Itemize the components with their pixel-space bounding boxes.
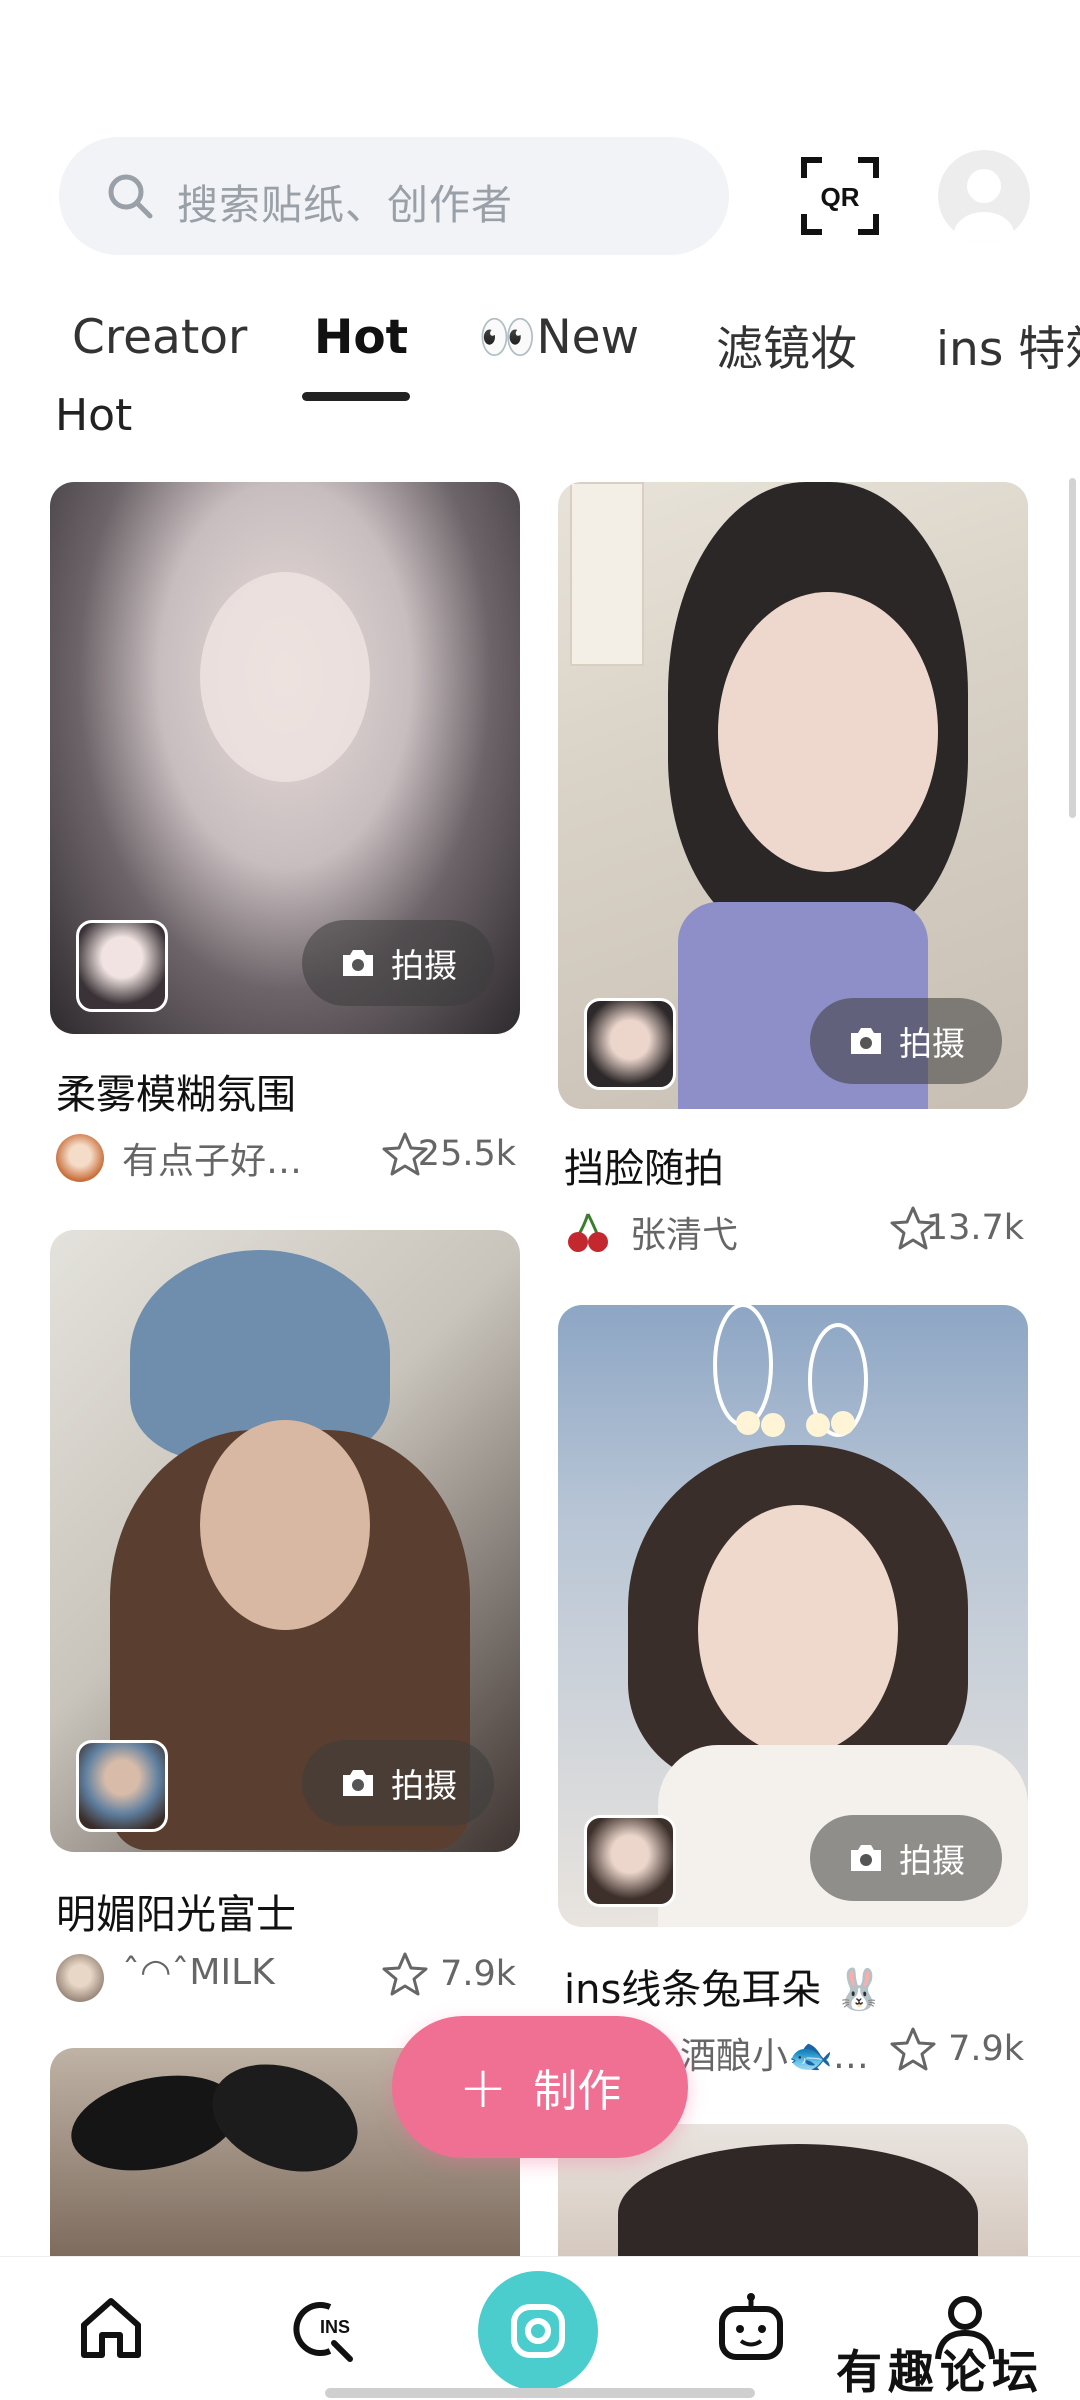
watermark: 有趣论坛 [836,2345,1044,2399]
like-count: 7.9k [440,1954,516,1994]
robot-icon[interactable] [716,2293,786,2363]
tab-filter-makeup[interactable]: 滤镜妆 [716,310,857,379]
shoot-label: 拍摄 [899,1841,965,1880]
active-tab-indicator [302,392,410,401]
tab-creator[interactable]: Creator [72,310,247,365]
card-meta: 有点子好… 25.5k [56,1128,516,1188]
sticker-card[interactable]: 拍摄 明媚阳光富士 ˆ◠ˆMILK 7.9k [50,1230,520,2002]
like-count: 7.9k [948,2029,1024,2069]
category-tabs: Creator Hot 👀New 滤镜妆 ins 特效 [0,300,1080,410]
card-title: 柔雾模糊氛围 [56,1072,296,1118]
card-title: 挡脸随拍 [564,1146,724,1192]
tab-ins-effects[interactable]: ins 特效 [936,310,1080,379]
plus-icon: + [458,2053,508,2121]
tab-hot[interactable]: Hot [314,310,408,365]
camera-icon [343,1770,373,1796]
search-icon [108,174,153,219]
creator-name[interactable]: 酒酿小🐟… [680,2027,869,2079]
creator-thumbnail [76,920,168,1012]
home-icon[interactable] [76,2293,146,2363]
creator-thumbnail [76,1740,168,1832]
card-meta: 张清弋 13.7k [564,1202,1024,1262]
camera-button[interactable] [478,2271,598,2391]
svg-text:INS: INS [320,2317,350,2337]
create-label: 制作 [533,2066,622,2117]
sticker-card[interactable]: 拍摄 挡脸随拍 张清弋 13.7k [558,482,1028,1256]
search-placeholder: 搜索贴纸、创作者 [177,181,513,229]
shoot-button[interactable]: 拍摄 [302,920,494,1006]
ins-search-icon[interactable]: INS [290,2293,366,2363]
avatar-placeholder-icon [954,169,1014,242]
scrollbar[interactable] [1069,478,1076,818]
camera-icon [851,1028,881,1054]
user-avatar[interactable] [938,150,1030,242]
bunny-ears-sticker [713,1305,868,1437]
section-title: Hot [55,390,133,441]
create-button[interactable]: + 制作 [392,2016,688,2158]
app-screen: 搜索贴纸、创作者 QR Creator Hot 👀New 滤镜妆 ins 特效 … [0,0,1080,2400]
sticker-card[interactable]: 拍摄 ins线条兔耳朵 🐰 酒酿小🐟… 7.9k [558,1305,1028,2077]
shoot-button[interactable]: 拍摄 [810,998,1002,1084]
shoot-button[interactable]: 拍摄 [302,1740,494,1826]
creator-name[interactable]: 张清弋 [630,1206,738,1258]
card-image[interactable]: 拍摄 [558,1305,1028,1927]
creator-avatar[interactable] [56,1954,104,2002]
creator-thumbnail [584,998,676,1090]
star-icon[interactable] [888,2025,938,2075]
camera-icon [851,1845,881,1871]
shoot-button[interactable]: 拍摄 [810,1815,1002,1901]
search-bar[interactable]: 搜索贴纸、创作者 [59,137,729,255]
shoot-label: 拍摄 [391,1766,457,1805]
shoot-label: 拍摄 [391,946,457,985]
creator-avatar[interactable] [56,1134,104,1182]
card-image[interactable]: 拍摄 [50,1230,520,1852]
like-count: 13.7k [925,1208,1024,1248]
qr-scan-icon[interactable]: QR [800,156,880,236]
card-image[interactable]: 拍摄 [558,482,1028,1109]
card-title: ins线条兔耳朵 🐰 [564,1967,884,2013]
card-meta: ˆ◠ˆMILK 7.9k [56,1948,516,2008]
cherry-icon[interactable] [564,1208,612,1256]
sticker-card[interactable]: 拍摄 柔雾模糊氛围 有点子好… 25.5k [50,482,520,1182]
qr-label: QR [821,182,860,212]
camera-icon [511,2304,565,2358]
creator-name[interactable]: ˆ◠ˆMILK [122,1952,275,1993]
card-title: 明媚阳光富士 [56,1892,296,1938]
camera-icon [343,950,373,976]
like-count: 25.5k [417,1134,516,1174]
star-icon[interactable] [380,1950,430,2000]
tab-new[interactable]: 👀New [478,310,639,365]
card-image[interactable]: 拍摄 [50,482,520,1034]
shoot-label: 拍摄 [899,1024,965,1063]
creator-name[interactable]: 有点子好… [122,1132,302,1184]
creator-thumbnail [584,1815,676,1907]
home-indicator[interactable] [325,2388,755,2398]
